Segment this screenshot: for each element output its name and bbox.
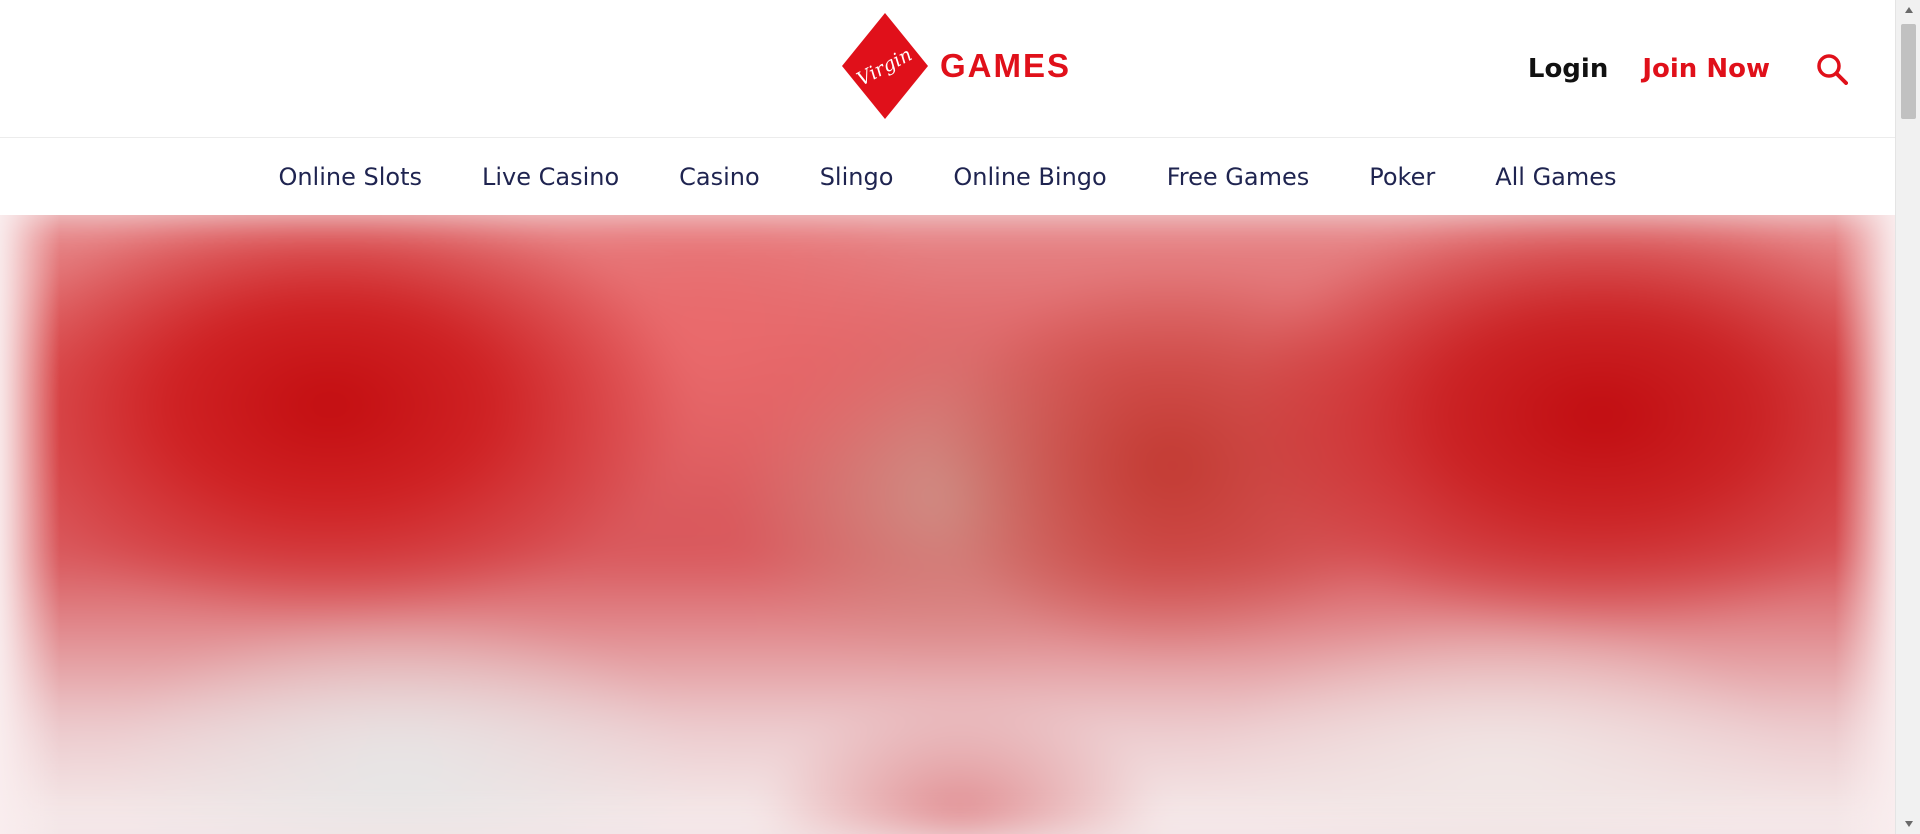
nav-online-slots[interactable]: Online Slots <box>278 163 422 191</box>
hero-edge-fade-right <box>1835 215 1895 834</box>
site-header: Virgin GAMES Login Join Now <box>0 0 1895 138</box>
nav-online-bingo[interactable]: Online Bingo <box>953 163 1106 191</box>
nav-all-games[interactable]: All Games <box>1495 163 1616 191</box>
join-now-link[interactable]: Join Now <box>1642 54 1770 84</box>
scroll-up-button[interactable] <box>1896 0 1920 20</box>
nav-casino[interactable]: Casino <box>679 163 760 191</box>
hero-edge-fade-left <box>0 215 60 834</box>
scroll-down-arrow-icon <box>1904 821 1913 827</box>
search-icon <box>1817 54 1848 85</box>
virgin-games-logo[interactable]: Virgin GAMES <box>842 12 1071 120</box>
login-link[interactable]: Login <box>1528 54 1608 84</box>
scroll-down-button[interactable] <box>1896 814 1920 834</box>
auth-actions: Login Join Now <box>1528 47 1850 91</box>
page: Virgin GAMES Login Join Now Online Slots… <box>0 0 1895 834</box>
main-navigation: Online Slots Live Casino Casino Slingo O… <box>0 139 1895 215</box>
logo-wordmark: GAMES <box>940 47 1072 84</box>
nav-live-casino[interactable]: Live Casino <box>482 163 619 191</box>
scroll-up-arrow-icon <box>1904 7 1913 13</box>
virgin-diamond-logo-icon: Virgin <box>842 13 928 119</box>
nav-poker[interactable]: Poker <box>1369 163 1435 191</box>
nav-slingo[interactable]: Slingo <box>820 163 894 191</box>
vertical-scrollbar[interactable] <box>1895 0 1920 834</box>
nav-free-games[interactable]: Free Games <box>1167 163 1310 191</box>
scroll-thumb[interactable] <box>1901 24 1916 119</box>
hero-banner[interactable] <box>0 215 1895 834</box>
search-button[interactable] <box>1814 51 1850 87</box>
hero-blurred-image <box>0 215 1895 834</box>
